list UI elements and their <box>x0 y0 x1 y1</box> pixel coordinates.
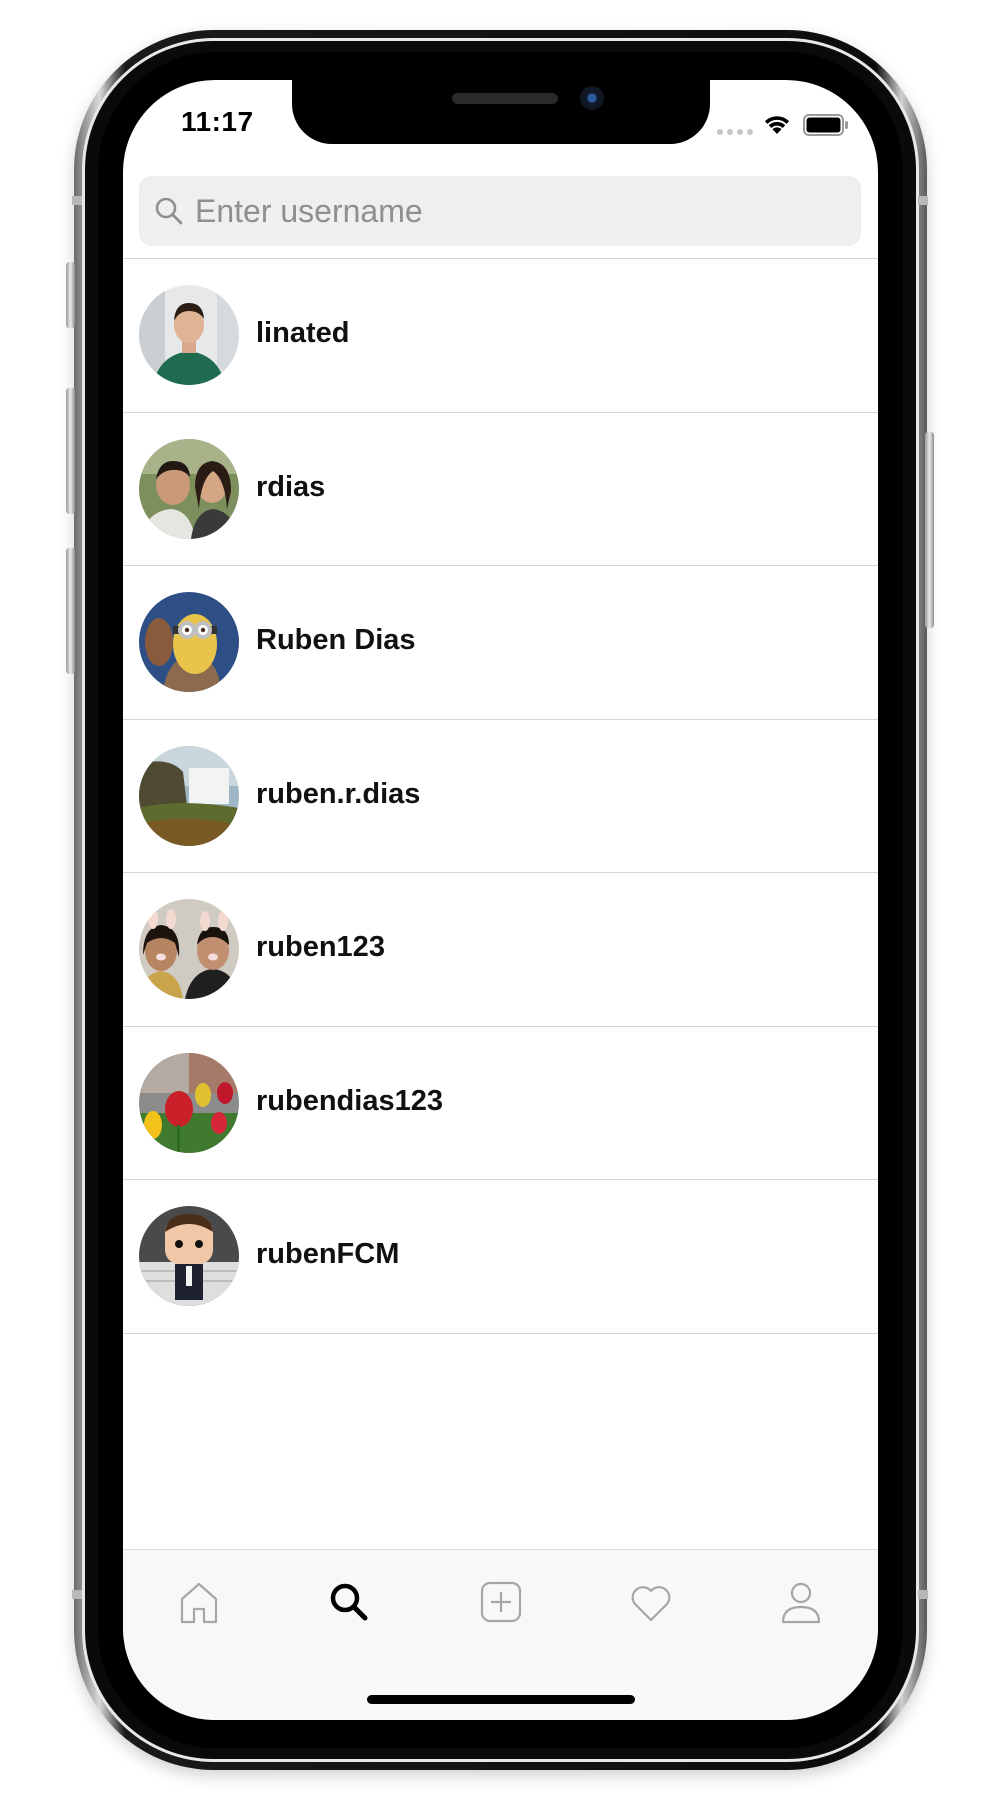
username-label: rubendias123 <box>256 1084 443 1117</box>
username-label: ruben.r.dias <box>256 777 421 810</box>
speaker-grille <box>452 93 558 104</box>
avatar[interactable] <box>139 1052 239 1153</box>
avatar[interactable] <box>139 438 239 539</box>
username-label: linated <box>256 317 350 349</box>
list-item[interactable]: rubenFCM <box>123 1180 878 1334</box>
power-button <box>925 432 934 628</box>
add-post-icon[interactable] <box>475 1576 527 1628</box>
username-label: rdias <box>256 470 326 503</box>
user-list: linated rdias Ruben Dias ruben.r.dias ru… <box>123 259 878 1334</box>
silent-switch <box>66 262 75 328</box>
list-item[interactable]: rubendias123 <box>123 1027 878 1180</box>
antenna-line <box>918 196 928 205</box>
battery-icon <box>803 114 848 136</box>
status-time: 11:17 <box>181 106 254 137</box>
device-mockup: 11:17 Enter username linated rdias Ruben… <box>0 0 1000 1802</box>
avatar[interactable] <box>139 592 239 692</box>
volume-down-button <box>66 548 75 674</box>
volume-up-button <box>66 388 75 514</box>
antenna-line <box>72 196 82 205</box>
username-label: Ruben Dias <box>256 624 416 656</box>
list-item[interactable]: Ruben Dias <box>123 566 878 720</box>
avatar[interactable] <box>139 899 239 999</box>
avatar[interactable] <box>139 745 239 846</box>
search-icon <box>155 197 183 225</box>
antenna-line <box>72 1590 82 1599</box>
front-camera <box>580 86 604 110</box>
antenna-line <box>918 1590 928 1599</box>
home-indicator[interactable] <box>367 1695 635 1704</box>
wifi-icon <box>764 116 790 134</box>
search-bar[interactable] <box>139 176 861 246</box>
home-icon[interactable] <box>173 1576 225 1628</box>
avatar[interactable] <box>139 285 239 385</box>
search-input[interactable] <box>195 192 795 230</box>
list-item[interactable]: rdias <box>123 413 878 566</box>
list-item[interactable]: ruben.r.dias <box>123 720 878 873</box>
cellular-signal-icon <box>717 129 753 135</box>
profile-icon[interactable] <box>775 1576 827 1628</box>
list-item[interactable]: ruben123 <box>123 873 878 1027</box>
notch <box>292 80 710 144</box>
search-icon[interactable] <box>323 1576 375 1628</box>
avatar[interactable] <box>139 1206 239 1306</box>
username-label: ruben123 <box>256 931 385 963</box>
app-screen: 11:17 Enter username linated rdias Ruben… <box>123 80 878 1720</box>
username-label: rubenFCM <box>256 1238 400 1270</box>
heart-icon[interactable] <box>625 1576 677 1628</box>
list-item[interactable]: linated <box>123 259 878 413</box>
